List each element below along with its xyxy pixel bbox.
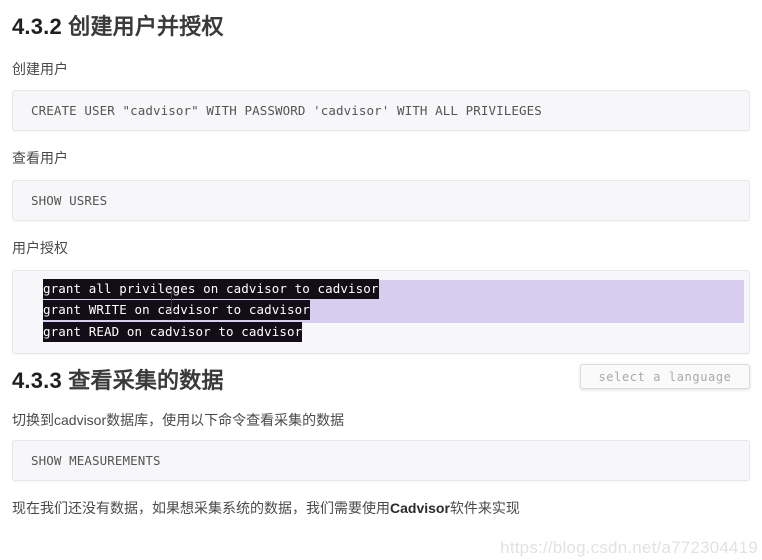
- code-line-show-users: SHOW USRES: [31, 192, 108, 208]
- section-heading-432: 4.3.2 创建用户并授权: [12, 0, 750, 42]
- code-row: grant READ on cadvisor to cadvisor: [43, 321, 749, 343]
- closing-bold-term: Cadvisor: [390, 500, 450, 517]
- section-number-432: 4.3.2: [12, 14, 62, 39]
- code-lines-grant: grant all privileges on cadvisor to cadv…: [13, 278, 749, 343]
- code-line-show-measurements: SHOW MEASUREMENTS: [31, 452, 161, 468]
- code-row: grant WRITE on cadvisor to cadvisor: [43, 299, 749, 321]
- code-row: grant all privileges on cadvisor to cadv…: [43, 278, 749, 300]
- closing-paragraph: 现在我们还没有数据，如果想采集系统的数据，我们需要使用Cadvisor软件来实现: [12, 481, 750, 529]
- code-block-show-measurements[interactable]: SHOW MEASUREMENTS: [12, 439, 750, 482]
- text-cursor-icon: [168, 292, 175, 312]
- code-line-grant-read: grant READ on cadvisor to cadvisor: [43, 321, 303, 342]
- article-page: 4.3.2 创建用户并授权 创建用户 CREATE USER "cadvisor…: [0, 0, 762, 560]
- label-create-user: 创建用户: [12, 60, 68, 77]
- label-view-user: 查看用户: [12, 150, 68, 167]
- closing-prefix: 现在我们还没有数据，如果想采集系统的数据，我们需要使用: [12, 500, 390, 517]
- code-block-grant-privileges[interactable]: grant all privileges on cadvisor to cadv…: [12, 269, 750, 354]
- note-switch-database: 切换到cadvisor数据库，使用以下命令查看采集的数据: [12, 412, 345, 429]
- section-number-433: 4.3.3: [12, 367, 62, 393]
- label-grant-user: 用户授权: [12, 240, 68, 257]
- section-title-433: 查看采集的数据: [68, 367, 224, 393]
- code-line-grant-all: grant all privileges on cadvisor to cadv…: [43, 278, 379, 299]
- language-selector-label: select a language: [598, 369, 732, 384]
- language-selector-dropdown[interactable]: select a language: [580, 364, 750, 389]
- closing-suffix: 软件来实现: [449, 500, 520, 517]
- code-line-create-user: CREATE USER "cadvisor" WITH PASSWORD 'ca…: [31, 103, 542, 119]
- code-block-show-users[interactable]: SHOW USRES: [12, 179, 750, 222]
- code-block-create-user[interactable]: CREATE USER "cadvisor" WITH PASSWORD 'ca…: [12, 90, 750, 132]
- article-content: 4.3.2 创建用户并授权 创建用户 CREATE USER "cadvisor…: [0, 0, 762, 529]
- code-line-grant-write: grant WRITE on cadvisor to cadvisor: [43, 299, 310, 320]
- site-watermark: https://blog.csdn.net/a772304419: [500, 538, 758, 557]
- section-title-432: 创建用户并授权: [68, 14, 224, 39]
